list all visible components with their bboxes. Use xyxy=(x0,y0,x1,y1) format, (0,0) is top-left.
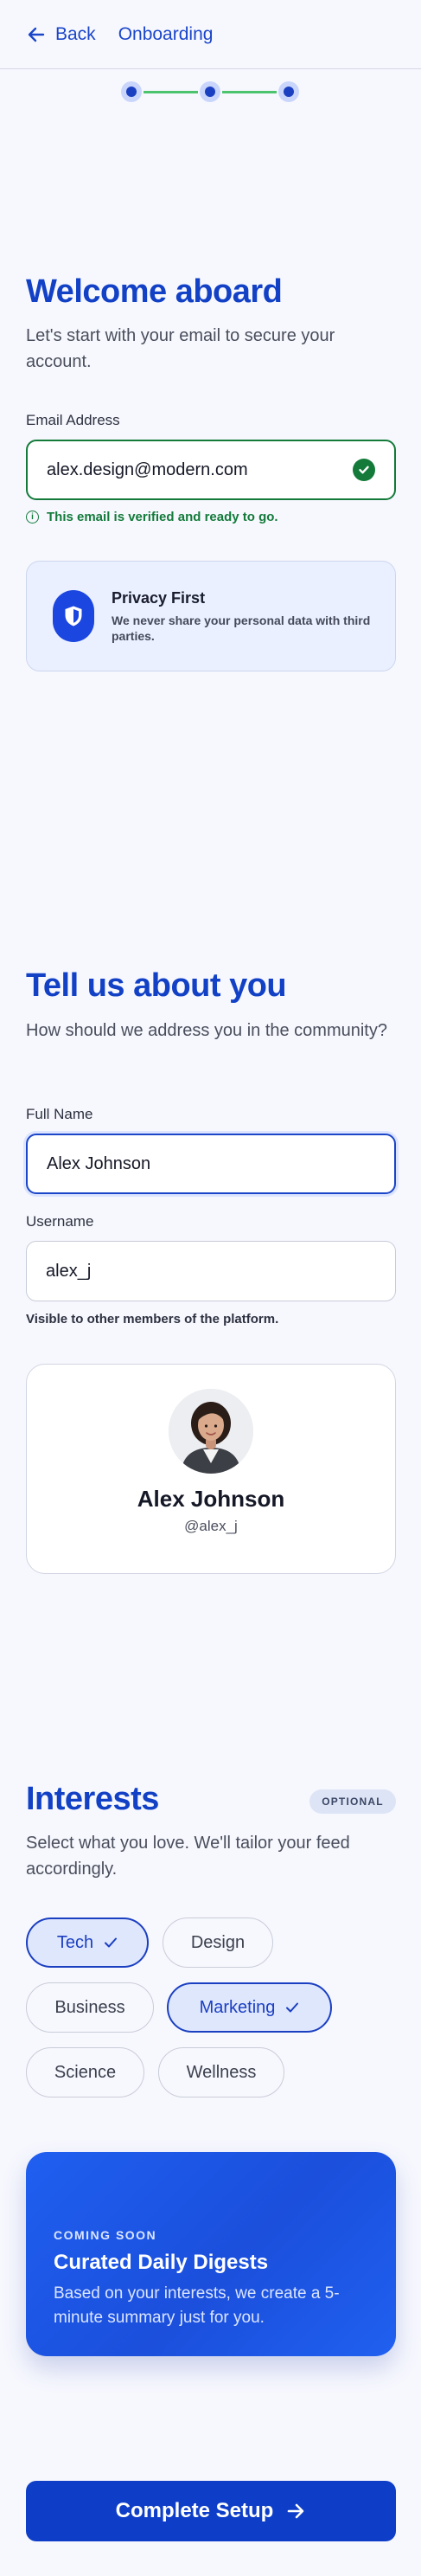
privacy-title: Privacy First xyxy=(112,588,206,607)
arrow-left-icon xyxy=(28,27,45,42)
progress-stepper xyxy=(121,80,299,104)
email-verified-hint: i This email is verified and ready to go… xyxy=(26,510,278,524)
email-field[interactable]: alex.design@modern.com xyxy=(26,440,396,500)
step-connector xyxy=(222,90,277,93)
coming-soon-title: Curated Daily Digests xyxy=(54,2251,269,2274)
fullname-label: Full Name xyxy=(26,1106,93,1122)
interest-chip-marketing[interactable]: Marketing xyxy=(167,1982,332,2033)
profile-preview-card: Alex Johnson @alex_j xyxy=(26,1364,396,1574)
page-title: Onboarding xyxy=(118,23,214,44)
back-button[interactable]: Back xyxy=(26,24,96,45)
about-subtitle: How should we address you in the communi… xyxy=(26,1021,387,1040)
optional-badge: OPTIONAL xyxy=(309,1789,396,1814)
email-value: alex.design@modern.com xyxy=(47,459,248,479)
coming-soon-text: Based on your interests, we create a 5-m… xyxy=(54,2284,340,2327)
top-bar: Back Onboarding xyxy=(0,0,421,69)
step-2-indicator xyxy=(200,81,220,102)
chip-label: Wellness xyxy=(186,2062,257,2082)
username-field[interactable]: alex_j xyxy=(26,1241,396,1301)
profile-handle: @alex_j xyxy=(184,1518,238,1534)
profile-name: Alex Johnson xyxy=(137,1486,285,1512)
avatar xyxy=(169,1389,253,1474)
arrow-right-icon xyxy=(288,2503,304,2519)
chip-label: Tech xyxy=(56,1932,94,1952)
interest-chip-design[interactable]: Design xyxy=(163,1918,273,1968)
interest-chip-wellness[interactable]: Wellness xyxy=(158,2047,284,2097)
username-value: alex_j xyxy=(46,1261,92,1281)
chip-label: Design xyxy=(190,1932,246,1952)
interest-chip-science[interactable]: Science xyxy=(26,2047,144,2097)
back-label: Back xyxy=(55,23,96,44)
check-icon xyxy=(105,1937,118,1948)
info-icon: i xyxy=(26,511,39,524)
step-1-indicator xyxy=(121,81,142,102)
privacy-text: We never share your personal data with t… xyxy=(112,613,371,643)
welcome-subtitle: Let's start with your email to secure yo… xyxy=(26,326,335,371)
email-label: Email Address xyxy=(26,412,120,428)
chip-label: Marketing xyxy=(199,1997,276,2017)
chip-label: Science xyxy=(54,2062,117,2082)
chip-label: Business xyxy=(54,1997,125,2017)
complete-setup-button[interactable]: Complete Setup xyxy=(26,2481,396,2541)
username-hint: Visible to other members of the platform… xyxy=(26,1312,279,1327)
about-heading: Tell us about you xyxy=(26,967,287,1004)
shield-icon xyxy=(53,590,94,642)
fullname-field[interactable]: Alex Johnson xyxy=(26,1134,396,1194)
step-connector xyxy=(144,90,198,93)
interests-heading: Interests xyxy=(26,1781,159,1817)
coming-soon-card: COMING SOON Curated Daily Digests Based … xyxy=(26,2152,396,2356)
verified-check-icon xyxy=(353,459,375,481)
welcome-heading: Welcome aboard xyxy=(26,273,283,310)
step-3-indicator xyxy=(278,81,299,102)
interest-chip-tech[interactable]: Tech xyxy=(26,1918,149,1968)
privacy-card: Privacy First We never share your person… xyxy=(26,561,396,671)
interest-chip-business[interactable]: Business xyxy=(26,1982,154,2033)
interests-subtitle: Select what you love. We'll tailor your … xyxy=(26,1834,350,1879)
complete-setup-label: Complete Setup xyxy=(115,2499,274,2522)
fullname-value: Alex Johnson xyxy=(47,1153,151,1173)
email-hint-text: This email is verified and ready to go. xyxy=(47,510,278,524)
check-icon xyxy=(286,2002,299,2013)
username-label: Username xyxy=(26,1213,94,1230)
coming-soon-kicker: COMING SOON xyxy=(54,2228,157,2242)
